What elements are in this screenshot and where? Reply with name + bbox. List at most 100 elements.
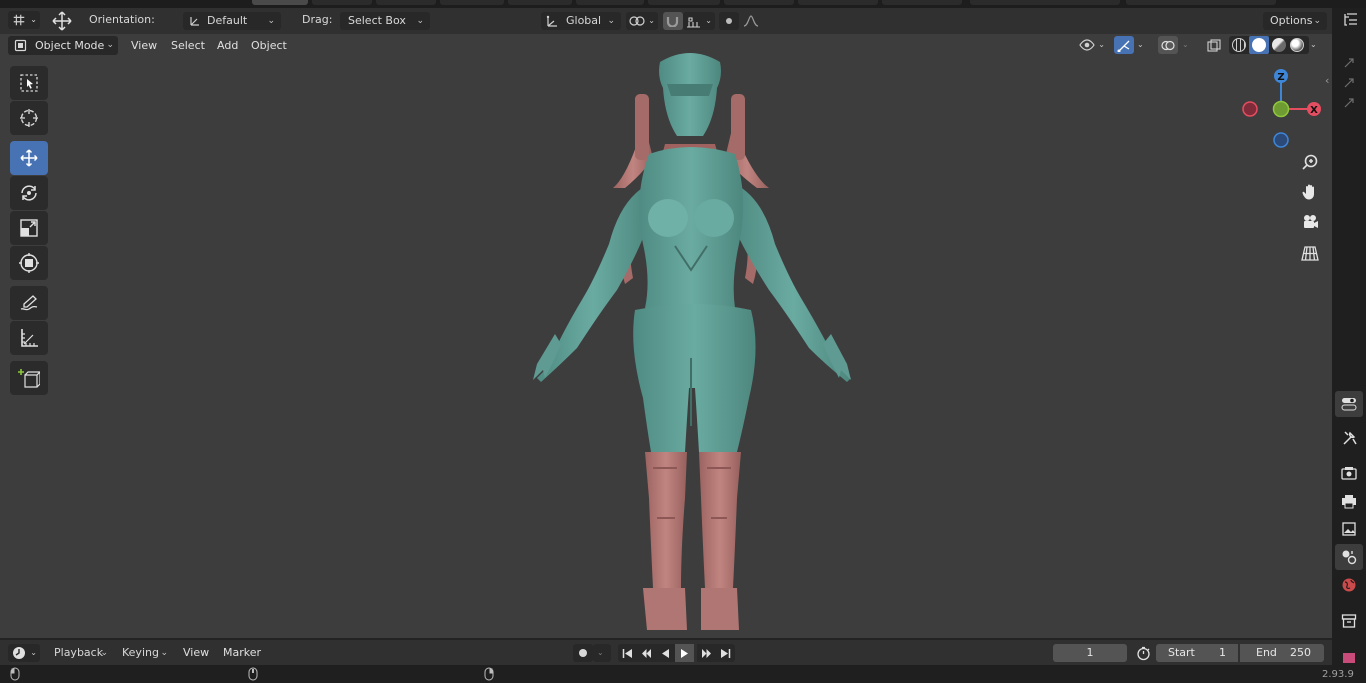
menu-add[interactable]: Add	[212, 38, 243, 54]
stopwatch-icon[interactable]	[1136, 646, 1151, 661]
camera-icon	[1304, 215, 1318, 228]
snap-increment-icon	[687, 17, 700, 28]
chevron-down-icon[interactable]: ⌄	[1310, 36, 1317, 54]
pin-icon[interactable]	[1342, 56, 1356, 70]
auto-keying-toggle[interactable]	[573, 644, 593, 662]
output-properties-tab[interactable]	[1335, 488, 1363, 514]
keying-set-dropdown[interactable]: ⌄	[593, 644, 611, 662]
camera-view-button[interactable]	[1297, 209, 1323, 235]
workspace-tab[interactable]	[648, 0, 720, 5]
chevron-down-icon[interactable]: ⌄	[1182, 36, 1189, 54]
move-tool[interactable]	[10, 141, 48, 175]
transform-orientation-dropdown[interactable]: Global ⌄	[541, 12, 621, 30]
keying-menu[interactable]: Keying ⌄	[114, 644, 174, 662]
scene-selector[interactable]	[970, 0, 1120, 5]
jump-to-keyframe-next-button[interactable]	[697, 644, 716, 662]
scene-properties-tab[interactable]	[1335, 544, 1363, 570]
chevron-down-icon[interactable]: ⌄	[1137, 36, 1144, 54]
snap-toggle[interactable]	[663, 12, 683, 30]
workspace-tab[interactable]	[882, 0, 962, 5]
global-axes-icon	[546, 15, 557, 27]
jump-to-keyframe-prev-button[interactable]	[637, 644, 656, 662]
character-model[interactable]	[525, 48, 865, 634]
pan-button[interactable]	[1297, 179, 1323, 205]
chevron-down-icon: ⌄	[160, 648, 168, 658]
xray-toggle[interactable]	[1204, 36, 1224, 54]
current-frame-value: 1	[1086, 646, 1094, 659]
wireframe-shading-icon[interactable]	[1232, 38, 1246, 52]
measure-tool[interactable]	[10, 321, 48, 355]
timeline-menu-view[interactable]: View	[178, 645, 214, 661]
sidebar-expand-icon[interactable]: ‹	[1325, 74, 1329, 87]
select-box-tool[interactable]	[10, 66, 48, 100]
end-frame-field[interactable]: End 250	[1240, 644, 1324, 662]
end-label: End	[1256, 646, 1277, 659]
jump-to-start-button[interactable]	[618, 644, 637, 662]
outliner-editor-button[interactable]	[1338, 10, 1364, 30]
cursor-tool[interactable]	[10, 101, 48, 135]
drag-dropdown[interactable]: Select Box ⌄	[340, 12, 430, 30]
menu-object[interactable]: Object	[246, 38, 292, 54]
proportional-edit-toggle[interactable]	[719, 12, 739, 30]
menu-select[interactable]: Select	[166, 38, 210, 54]
drag-label: Drag:	[302, 13, 333, 26]
tool-properties-tab[interactable]	[1335, 425, 1363, 451]
visibility-dropdown[interactable]: ⌄	[1077, 36, 1107, 54]
workspace-tab[interactable]	[312, 0, 372, 5]
view-layer-properties-tab[interactable]	[1335, 516, 1363, 542]
rendered-shading-icon[interactable]	[1290, 38, 1304, 52]
workspace-tab[interactable]	[376, 0, 436, 5]
annotate-tool[interactable]	[10, 286, 48, 320]
play-reverse-button[interactable]	[656, 644, 675, 662]
editor-type-button[interactable]: ⌄	[8, 11, 40, 29]
version-label: 2.93.9	[1322, 669, 1354, 680]
mode-value: Object Mode	[35, 39, 105, 52]
start-frame-field[interactable]: Start 1	[1156, 644, 1238, 662]
y-axis-handle	[1272, 100, 1290, 118]
collection-properties-tab[interactable]	[1335, 608, 1363, 634]
toggles-icon	[1341, 398, 1357, 411]
show-gizmo-toggle[interactable]	[1114, 36, 1134, 54]
play-button[interactable]	[675, 644, 694, 662]
render-properties-tab[interactable]	[1335, 460, 1363, 486]
navigation-gizmo[interactable]: Z X	[1236, 64, 1330, 150]
texture-properties-tab[interactable]	[1335, 648, 1363, 663]
menu-view[interactable]: View	[126, 38, 162, 54]
world-properties-tab[interactable]	[1335, 572, 1363, 598]
transform-tool[interactable]	[10, 246, 48, 280]
jump-to-end-button[interactable]	[716, 644, 735, 662]
workspace-tab[interactable]	[724, 0, 794, 5]
timeline-menu-marker[interactable]: Marker	[218, 645, 266, 661]
mode-dropdown[interactable]: Object Mode ⌄	[8, 36, 118, 55]
view-layer-selector[interactable]	[1126, 0, 1276, 5]
pin-icon[interactable]	[1342, 76, 1356, 90]
snap-target-dropdown[interactable]: ⌄	[683, 12, 715, 30]
pin-icon[interactable]	[1342, 96, 1356, 110]
material-shading-icon[interactable]	[1272, 38, 1286, 52]
playback-label: Playback	[54, 646, 104, 659]
perspective-toggle-button[interactable]	[1297, 240, 1323, 266]
orientation-dropdown[interactable]: Default ⌄	[183, 12, 281, 30]
workspace-tab[interactable]	[508, 0, 572, 5]
pivot-point-dropdown[interactable]: ⌄	[626, 12, 658, 30]
zoom-button[interactable]	[1297, 149, 1323, 175]
workspace-tab[interactable]	[798, 0, 878, 5]
solid-shading-icon[interactable]	[1249, 36, 1269, 54]
current-frame-field[interactable]: 1	[1053, 644, 1127, 662]
chevron-down-icon: ⌄	[1098, 40, 1105, 49]
3d-viewport[interactable]: Object Mode ⌄ View Select Add Object ⌄ ⌄…	[0, 34, 1332, 638]
workspace-tab[interactable]	[440, 0, 504, 5]
workspace-tab[interactable]	[576, 0, 644, 5]
add-cube-tool[interactable]	[10, 361, 48, 395]
scale-tool[interactable]	[10, 211, 48, 245]
prev-keyframe-icon	[642, 648, 651, 658]
properties-toggle-button[interactable]	[1335, 391, 1363, 417]
show-overlays-toggle[interactable]	[1158, 36, 1178, 54]
workspace-tab-layout[interactable]	[252, 0, 308, 5]
timeline-editor-type[interactable]: ⌄	[8, 644, 40, 662]
rotate-tool[interactable]	[10, 176, 48, 210]
playback-menu[interactable]: Playback ⌄	[46, 644, 114, 662]
falloff-curve-icon	[743, 15, 759, 27]
falloff-dropdown[interactable]	[739, 12, 767, 30]
options-dropdown[interactable]: Options ⌄	[1263, 12, 1327, 30]
